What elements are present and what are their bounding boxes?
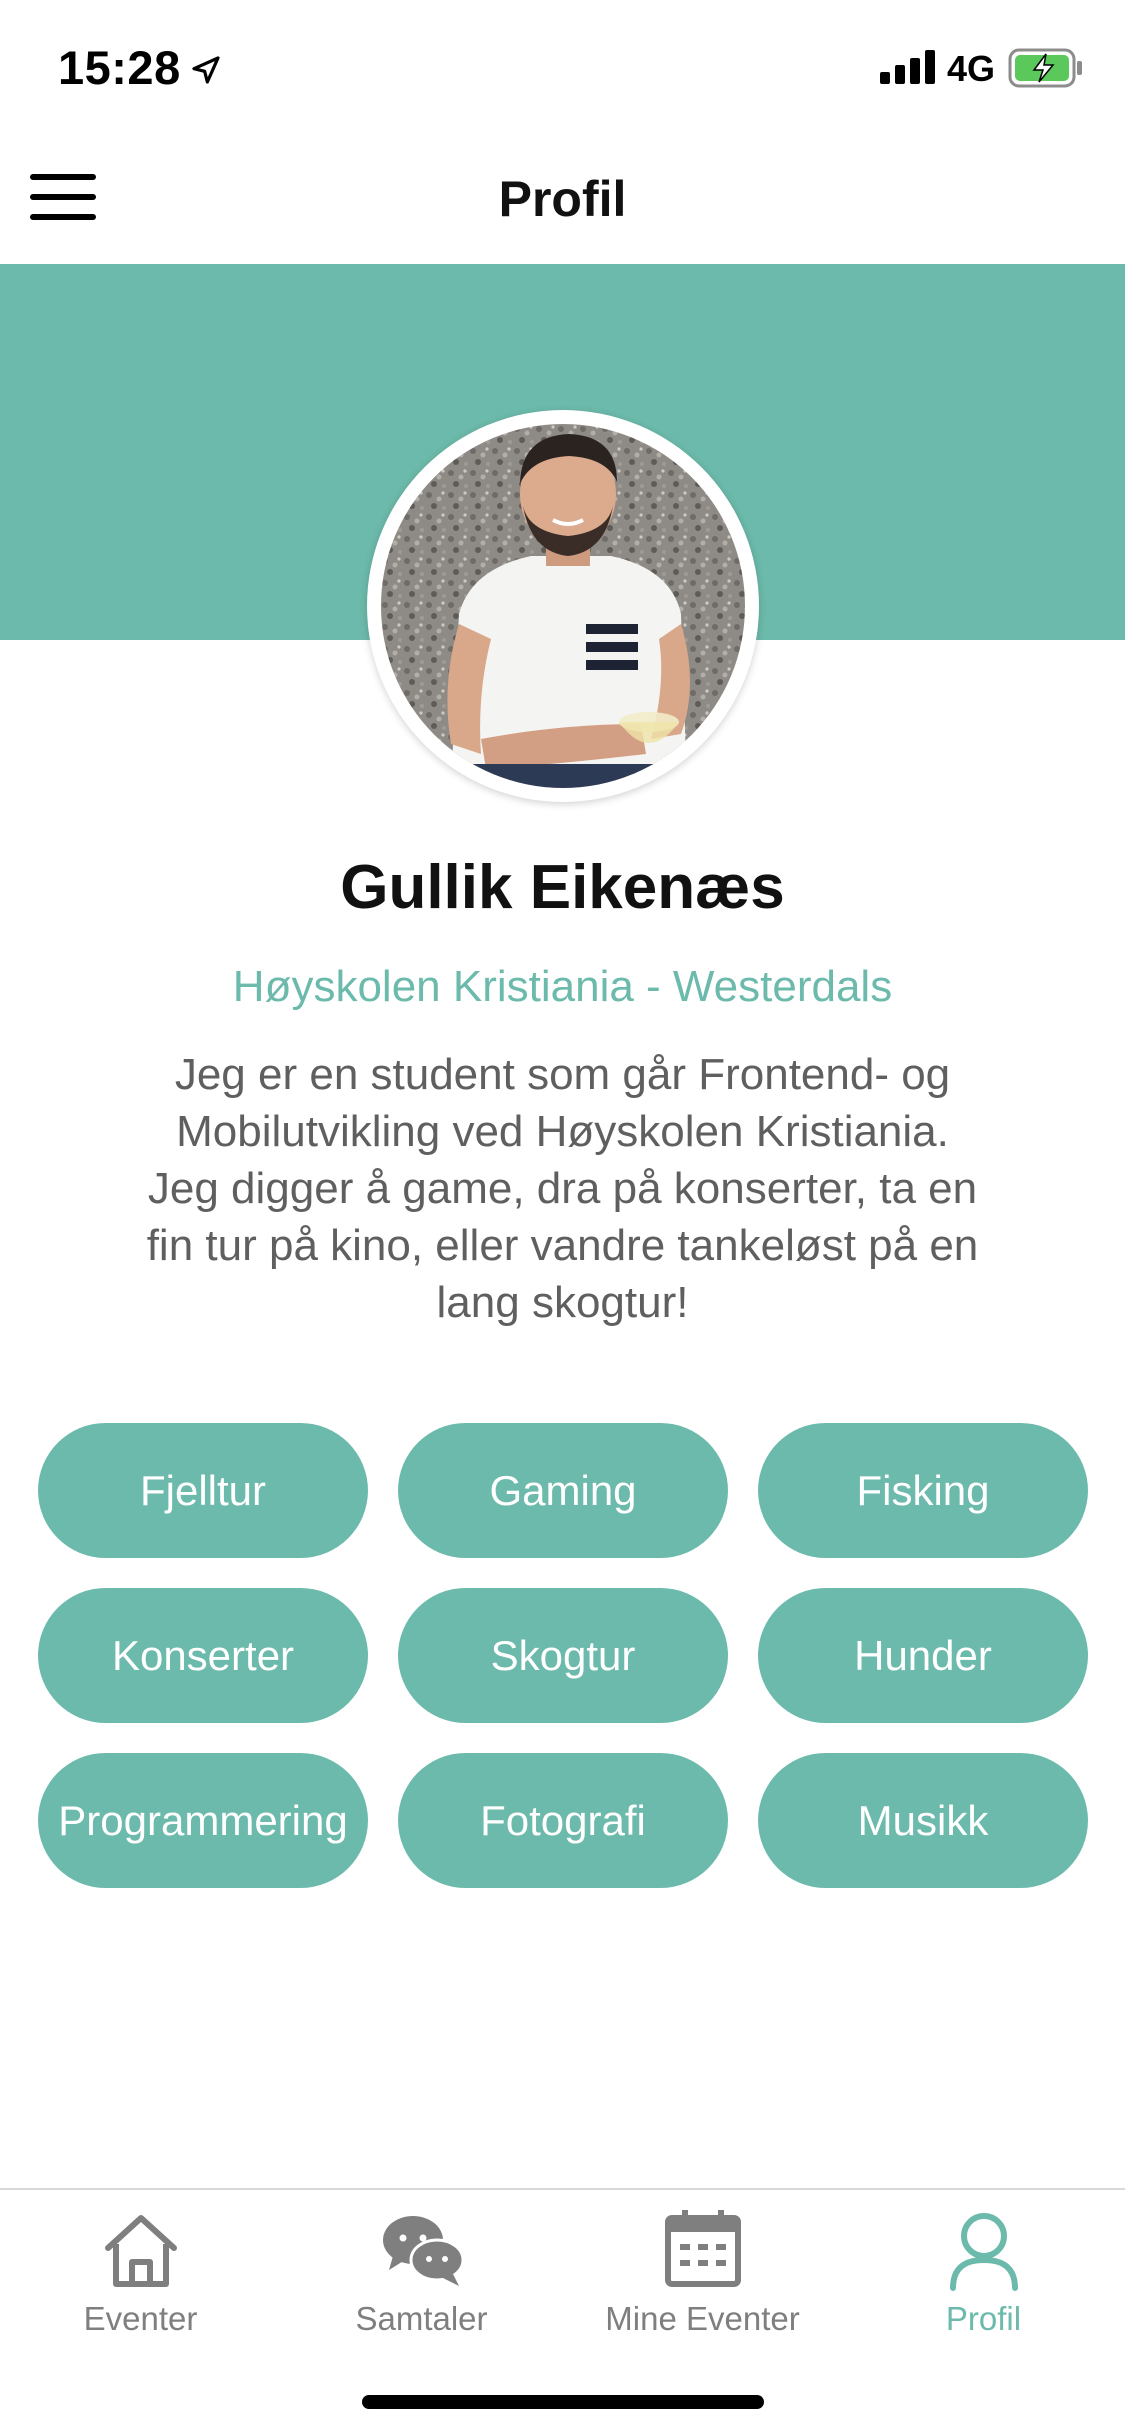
interest-chip-programmering[interactable]: Programmering <box>38 1753 368 1888</box>
tab-label: Eventer <box>83 2300 198 2337</box>
avatar-photo <box>381 424 745 788</box>
tab-mine-eventer[interactable]: Mine Eventer <box>562 2204 843 2354</box>
interest-chip-hunder[interactable]: Hunder <box>758 1588 1088 1723</box>
network-label: 4G <box>947 48 996 89</box>
bio-line: Jeg er en student som går Frontend- og <box>174 1050 951 1099</box>
interest-chip-skogtur[interactable]: Skogtur <box>398 1588 728 1723</box>
chat-bubbles-icon <box>382 2216 464 2286</box>
interest-chip-fjelltur[interactable]: Fjelltur <box>38 1423 368 1558</box>
status-time: 15:28 <box>58 41 181 94</box>
tab-eventer[interactable]: Eventer <box>0 2204 281 2354</box>
nav-header: Profil <box>0 140 1125 264</box>
interest-chip-fotografi[interactable]: Fotografi <box>398 1753 728 1888</box>
page-title: Profil <box>498 171 627 227</box>
tab-profil[interactable]: Profil <box>843 2204 1124 2354</box>
bio-line: Jeg digger å game, dra på konserter, ta … <box>147 1164 978 1213</box>
profile-screen: 15:28 4G Profil Gullik Eikenæs Høyskolen… <box>0 0 1125 2436</box>
interest-chip-musikk[interactable]: Musikk <box>758 1753 1088 1888</box>
signal-bars-icon <box>880 50 935 84</box>
avatar-image <box>381 424 745 788</box>
interest-chip-konserter[interactable]: Konserter <box>38 1588 368 1723</box>
bio-line: Mobilutvikling ved Høyskolen Kristiania. <box>176 1107 949 1156</box>
profile-school: Høyskolen Kristiania - Westerdals <box>232 962 893 1011</box>
tab-label: Mine Eventer <box>605 2300 800 2337</box>
tab-samtaler[interactable]: Samtaler <box>281 2204 562 2354</box>
home-icon <box>104 2215 177 2287</box>
user-icon <box>949 2213 1018 2291</box>
tab-label: Samtaler <box>355 2300 488 2337</box>
interest-chip-gaming[interactable]: Gaming <box>398 1423 728 1558</box>
status-bar: 15:28 4G <box>0 0 1125 140</box>
profile-name: Gullik Eikenæs <box>340 853 785 922</box>
avatar[interactable] <box>367 410 759 802</box>
bio-line: fin tur på kino, eller vandre tankeløst … <box>146 1221 979 1270</box>
tab-label: Profil <box>945 2300 1022 2337</box>
interest-chips: Fjelltur Gaming Fisking Konserter Skogtu… <box>38 1423 1088 1888</box>
home-indicator <box>362 2395 764 2409</box>
calendar-icon <box>664 2210 741 2287</box>
location-arrow-icon <box>192 56 220 84</box>
bio-line: lang skogtur! <box>436 1278 689 1327</box>
battery-charging-icon <box>1008 48 1082 88</box>
profile-bio: Jeg er en student som går Frontend- og M… <box>90 1046 1035 1331</box>
interest-chip-fisking[interactable]: Fisking <box>758 1423 1088 1558</box>
